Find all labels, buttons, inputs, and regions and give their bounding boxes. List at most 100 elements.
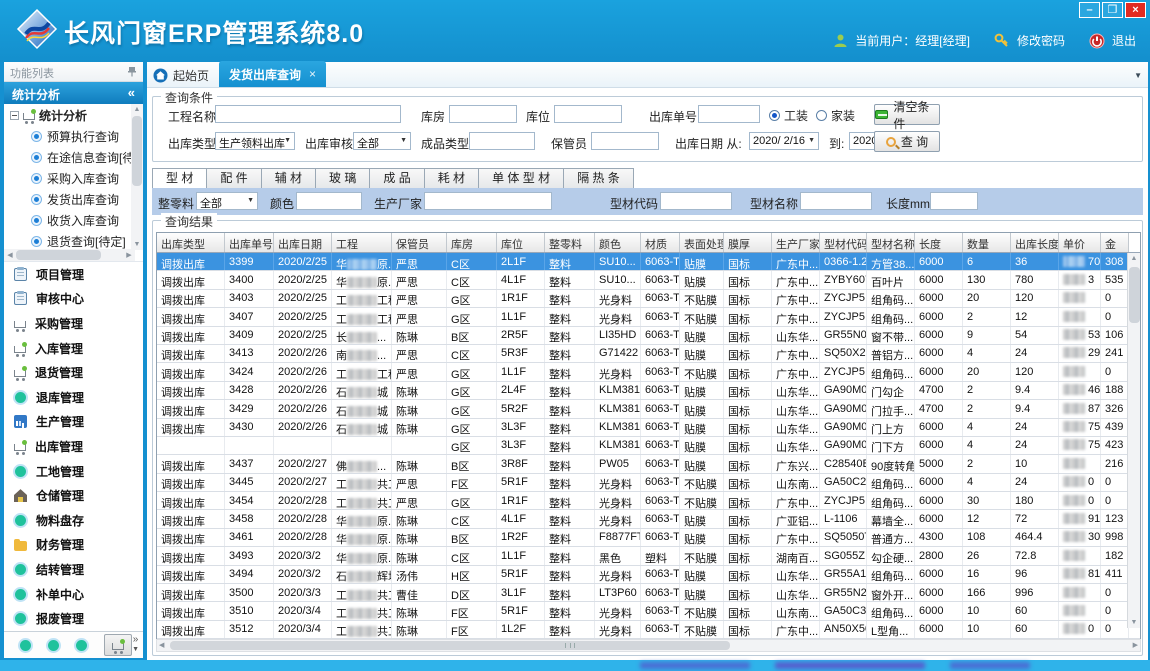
date-from-select[interactable]: ▼ 2020/ 2/16 xyxy=(749,132,819,150)
table-row[interactable]: 调拨出库34132020/2/26南...严思C区5R3F整料G71422606… xyxy=(157,345,1140,363)
sidebar-item-补单中心[interactable]: 补单中心 xyxy=(4,582,143,607)
product-type-input[interactable] xyxy=(469,132,535,150)
table-row[interactable]: 调拨出库34292020/2/26石城陈琳G区5R2F整料KLM38176063… xyxy=(157,400,1140,418)
sidebar-item-报废管理[interactable]: 报废管理 xyxy=(4,606,143,631)
location-input[interactable] xyxy=(554,105,622,123)
material-tab[interactable]: 单 体 型 材 xyxy=(479,168,564,189)
column-header[interactable]: 出库单号 xyxy=(225,233,274,252)
sidebar-item-入库管理[interactable]: 入库管理 xyxy=(4,336,143,361)
material-tab[interactable]: 型 材 xyxy=(152,168,207,189)
sidebar-item-物料盘存[interactable]: 物料盘存 xyxy=(4,508,143,533)
table-row[interactable]: 调拨出库34092020/2/25长...陈琳B区2R5F整料LI35HD606… xyxy=(157,327,1140,345)
out-type-select[interactable]: ▼ 生产领料出库 xyxy=(215,132,295,150)
sidebar-item-仓储管理[interactable]: 仓储管理 xyxy=(4,483,143,508)
tree-root-node[interactable]: 统计分析 xyxy=(4,104,143,126)
scroll-left-icon[interactable]: ◀ xyxy=(159,641,164,651)
sidebar-item-财务管理[interactable]: 财务管理 xyxy=(4,533,143,558)
logout-link[interactable]: 退出 xyxy=(1112,32,1136,49)
scroll-up-icon[interactable]: ▲ xyxy=(131,104,143,115)
column-header[interactable]: 数量 xyxy=(963,233,1011,252)
table-row[interactable]: 调拨出库34002020/2/25华原...严思C区4L1F整料SU10...6… xyxy=(157,271,1140,289)
material-tab[interactable]: 耗 材 xyxy=(425,168,479,189)
material-tab[interactable]: 成 品 xyxy=(370,168,424,189)
grid-vertical-scrollbar[interactable]: ▲ ▼ xyxy=(1127,253,1140,628)
toolbar-dot-icon[interactable] xyxy=(20,640,31,651)
column-header[interactable]: 表面处理 xyxy=(680,233,724,252)
material-tab[interactable]: 配 件 xyxy=(207,168,261,189)
tree-item[interactable]: 在途信息查询[待 xyxy=(4,147,143,168)
tab-close-icon[interactable]: × xyxy=(309,67,316,81)
close-button[interactable]: × xyxy=(1125,2,1146,18)
table-row[interactable]: 调拨出库34932020/3/2华原...陈琳C区1L1F整料黑色塑料不贴膜国标… xyxy=(157,547,1140,565)
material-tab[interactable]: 玻 璃 xyxy=(316,168,370,189)
column-header[interactable]: 颜色 xyxy=(595,233,641,252)
tree-item[interactable]: 采购入库查询 xyxy=(4,168,143,189)
material-tab[interactable]: 隔 热 条 xyxy=(564,168,634,189)
tree-vertical-scrollbar[interactable]: ▲ ▼ xyxy=(131,104,143,250)
tree-item[interactable]: 收货入库查询 xyxy=(4,210,143,231)
order-no-input[interactable] xyxy=(698,105,760,123)
clear-conditions-button[interactable]: 清空条件 xyxy=(874,104,940,125)
sidebar-item-项目管理[interactable]: 项目管理 xyxy=(4,262,143,287)
tab-active[interactable]: 发货出库查询 × xyxy=(219,61,326,87)
column-header[interactable]: 型材代码 xyxy=(820,233,867,252)
scroll-left-icon[interactable]: ◀ xyxy=(4,250,16,261)
column-header[interactable]: 单价 xyxy=(1059,233,1101,252)
sidebar-item-审核中心[interactable]: 审核中心 xyxy=(4,287,143,312)
table-row[interactable]: 调拨出库34372020/2/27佛...陈琳B区3R8F整料PW056063-… xyxy=(157,455,1140,473)
table-row[interactable]: 调拨出库34282020/2/26石城陈琳G区2L4F整料KLM38176063… xyxy=(157,382,1140,400)
sidebar-item-工地管理[interactable]: 工地管理 xyxy=(4,459,143,484)
sidebar-item-退货管理[interactable]: 退货管理 xyxy=(4,360,143,385)
change-password-link[interactable]: 修改密码 xyxy=(1017,32,1065,49)
scroll-right-icon[interactable]: ▶ xyxy=(123,250,135,261)
table-row[interactable]: 调拨出库34612020/2/28华原...陈琳B区1R2F整料F8877FT6… xyxy=(157,529,1140,547)
warehouse-input[interactable] xyxy=(449,105,517,123)
table-row[interactable]: G区3L3F整料KLM38176063-T5贴膜国标山东华...GA90M09.… xyxy=(157,437,1140,455)
scrollbar-thumb[interactable] xyxy=(132,116,142,186)
column-header[interactable]: 库位 xyxy=(497,233,545,252)
audit-select[interactable]: ▼ 全部 xyxy=(353,132,411,150)
table-row[interactable]: 调拨出库34942020/3/2石辉城汤伟H区5R1F整料光身料6063-T5贴… xyxy=(157,566,1140,584)
search-button[interactable]: 查 询 xyxy=(874,131,940,152)
profile-name-input[interactable] xyxy=(800,192,872,210)
table-row[interactable]: 调拨出库35102020/3/4工共工程陈琳F区5R1F整料光身料6063-T5… xyxy=(157,602,1140,620)
column-header[interactable]: 工程 xyxy=(332,233,392,252)
sidebar-item-退库管理[interactable]: 退库管理 xyxy=(4,385,143,410)
sidebar-item-出库管理[interactable]: 出库管理 xyxy=(4,434,143,459)
sidebar-item-采购管理[interactable]: 采购管理 xyxy=(4,311,143,336)
column-header[interactable]: 库房 xyxy=(447,233,497,252)
table-row[interactable]: 调拨出库35002020/3/3工共工程曹佳D区3L1F整料LT3P606063… xyxy=(157,584,1140,602)
column-header[interactable]: 型材名称 xyxy=(867,233,915,252)
table-row[interactable]: 调拨出库34072020/2/25工工程严思G区1L1F整料光身料6063-T5… xyxy=(157,308,1140,326)
scrollbar-thumb[interactable] xyxy=(1129,267,1140,323)
tab-home[interactable]: 起始页 xyxy=(147,63,219,87)
maximize-button[interactable]: ❐ xyxy=(1102,2,1123,18)
length-input[interactable] xyxy=(930,192,978,210)
tree-expander-icon[interactable] xyxy=(10,111,19,120)
scrollbar-thumb[interactable] xyxy=(170,641,730,650)
scroll-down-icon[interactable]: ▼ xyxy=(1128,617,1140,628)
collapse-icon[interactable]: « xyxy=(128,85,135,100)
column-header[interactable]: 材质 xyxy=(641,233,680,252)
scrollbar-thumb[interactable] xyxy=(16,250,101,260)
profile-code-input[interactable] xyxy=(660,192,732,210)
maker-input[interactable] xyxy=(424,192,552,210)
radio-work[interactable]: 工装 xyxy=(769,107,808,124)
column-header[interactable]: 膜厚 xyxy=(724,233,772,252)
grid-horizontal-scrollbar[interactable]: ◀ ▶ xyxy=(156,639,1141,652)
column-header[interactable]: 生产厂家 xyxy=(772,233,820,252)
minimize-button[interactable]: – xyxy=(1079,2,1100,18)
column-header[interactable]: 出库类型 xyxy=(157,233,225,252)
tree-item[interactable]: 发货出库查询 xyxy=(4,189,143,210)
table-row[interactable]: 调拨出库34302020/2/26石城陈琳G区3L3F整料KLM38176063… xyxy=(157,419,1140,437)
tree-horizontal-scrollbar[interactable]: ◀ ▶ xyxy=(4,249,135,261)
column-header[interactable]: 长度 xyxy=(915,233,963,252)
sidebar-item-生产管理[interactable]: 生产管理 xyxy=(4,410,143,435)
color-input[interactable] xyxy=(296,192,362,210)
tab-list-dropdown-icon[interactable]: ▼ xyxy=(1134,71,1142,80)
project-name-input[interactable] xyxy=(215,105,401,123)
sidebar-item-结转管理[interactable]: 结转管理 xyxy=(4,557,143,582)
scroll-up-icon[interactable]: ▲ xyxy=(1128,253,1140,264)
column-header[interactable]: 保管员 xyxy=(392,233,447,252)
column-header[interactable]: 整零料 xyxy=(545,233,595,252)
